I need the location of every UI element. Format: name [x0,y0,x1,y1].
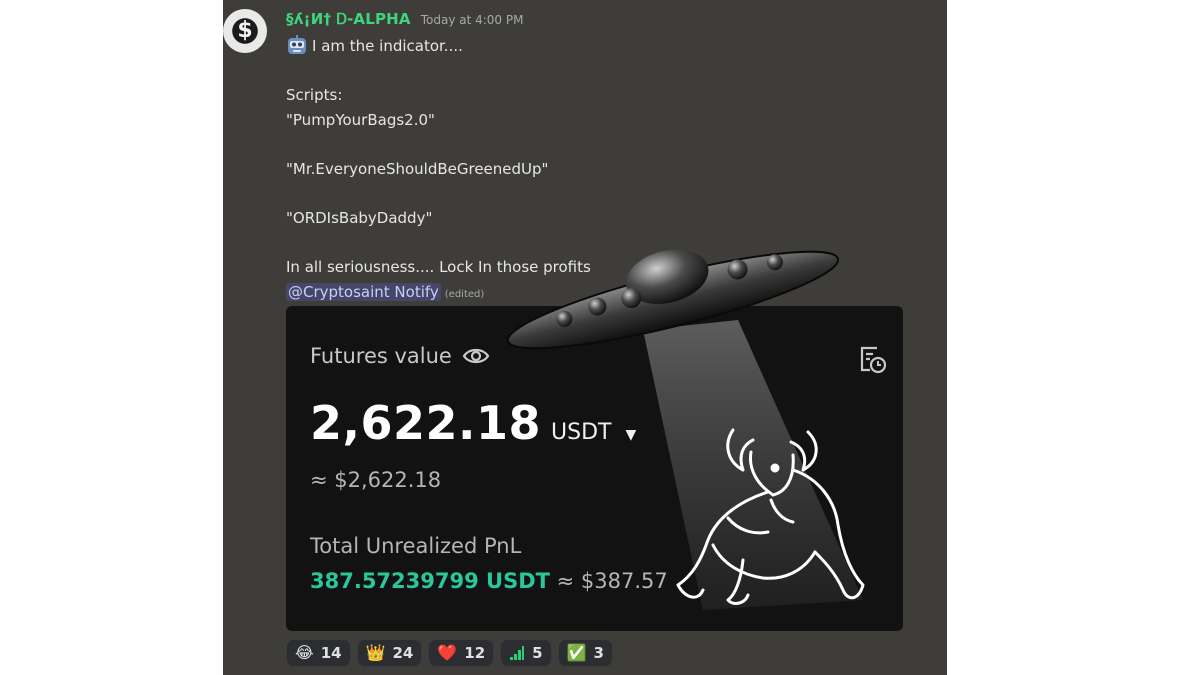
reaction-count: 5 [532,644,543,662]
mention-link[interactable]: @Cryptosaint Notify [286,282,441,301]
message-line [286,231,926,256]
futures-value: 2,622.18 [310,396,541,450]
eye-icon [462,348,490,364]
pnl-label: Total Unrealized PnL [310,534,522,558]
edited-label: (edited) [444,288,485,300]
pnl-row: 387.57239799 USDT ≈ $387.57 [310,569,668,593]
message-text: I am the indicator.... [312,37,463,55]
message-line: "Mr.EveryoneShouldBeGreenedUp" [286,159,549,178]
currency-label: USDT [551,420,612,445]
crown-icon: 👑 [365,643,386,662]
avatar[interactable]: $ [223,9,267,53]
embed-image[interactable]: Futures value 2,622.18 USDT ▼ ≈ $2,622.1… [286,306,903,631]
reaction-count: 12 [464,644,486,662]
dropdown-caret-icon: ▼ [625,427,637,443]
reaction-count: 24 [392,644,414,662]
joy-icon: 😂 [295,643,314,662]
history-icon [860,346,887,374]
message-line: "ORDIsBabyDaddy" [286,209,433,228]
futures-title-text: Futures value [310,344,452,368]
username[interactable]: §ʎ¡И† Ꭰ-ALPHA [286,10,411,28]
check-icon: ✅ [566,643,587,662]
message-body: I am the indicator.... Scripts: "PumpYou… [286,34,926,308]
futures-title: Futures value [310,344,490,368]
timestamp: Today at 4:00 PM [420,13,524,27]
message-line: @Cryptosaint Notify (edited) [286,280,926,308]
dollar-icon: $ [237,17,253,43]
message-header: §ʎ¡И† Ꭰ-ALPHA Today at 4:00 PM [286,10,523,30]
reaction-check[interactable]: ✅ 3 [557,639,613,667]
green-chart-icon [510,646,525,660]
pnl-approx: ≈ $387.57 [556,569,668,593]
message-line: I am the indicator.... [286,34,926,59]
message-line: "PumpYourBags2.0" [286,110,435,129]
approx-value: ≈ $2,622.18 [310,468,442,492]
message-line [286,59,926,84]
message-line [286,182,926,207]
reactions-bar: 😂 14 👑 24 ❤️ 12 5 ✅ 3 [286,639,613,667]
futures-value-row: 2,622.18 USDT ▼ [310,396,636,450]
reaction-count: 14 [320,644,342,662]
reaction-crown[interactable]: 👑 24 [356,639,423,667]
message-line: Scripts: [286,86,343,105]
chat-panel: $ §ʎ¡И† Ꭰ-ALPHA Today at 4:00 PM I am th… [223,0,947,675]
reaction-heart[interactable]: ❤️ 12 [428,639,495,667]
reaction-green-chart[interactable]: 5 [500,639,552,667]
reaction-joy[interactable]: 😂 14 [286,639,351,667]
message-line [286,132,926,157]
robot-icon [288,35,306,54]
reaction-count: 3 [593,644,604,662]
heart-icon: ❤️ [437,643,458,662]
message-line: In all seriousness.... Lock In those pro… [286,258,591,277]
pnl-value: 387.57239799 USDT [310,569,550,593]
